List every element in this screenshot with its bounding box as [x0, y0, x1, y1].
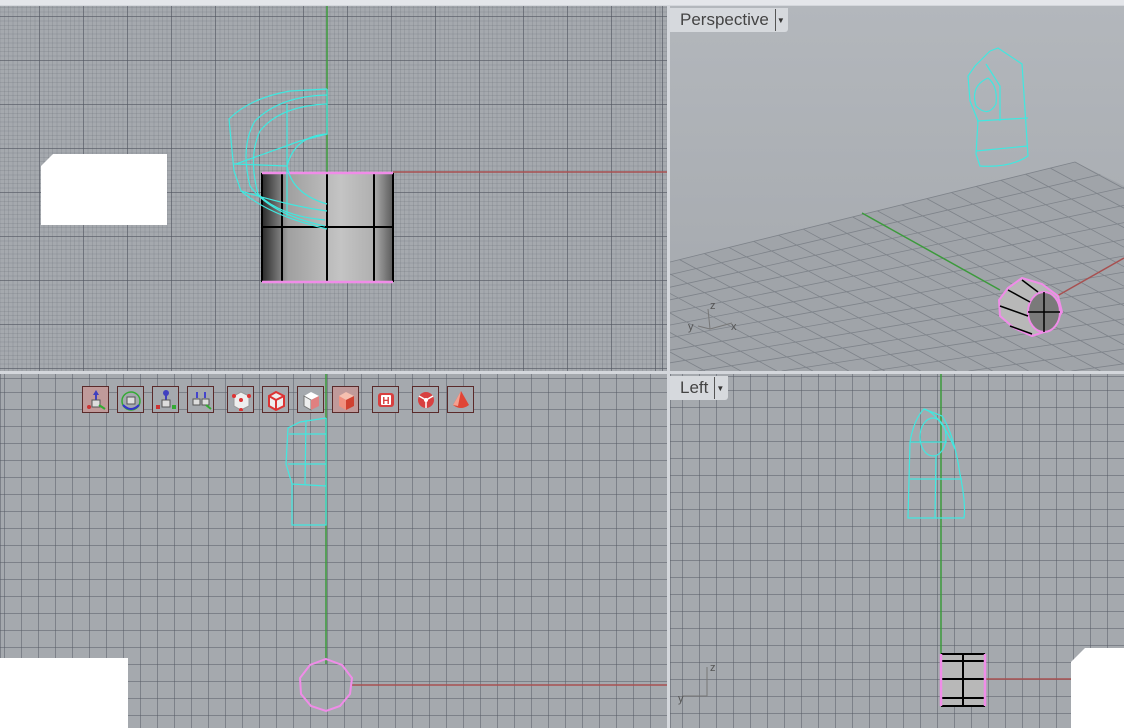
viewport-title-label: Left: [680, 378, 709, 397]
cube-points-icon[interactable]: [227, 386, 254, 413]
cyan-curves[interactable]: [285, 417, 327, 526]
viewport-title-perspective[interactable]: Perspective ▼: [670, 8, 788, 32]
left-view-scene: z y: [678, 374, 1071, 707]
gumball-rotate-icon[interactable]: [117, 386, 144, 413]
axis-label-z: z: [710, 300, 716, 312]
white-occlusion-box: [0, 658, 128, 728]
cone-icon[interactable]: [447, 386, 474, 413]
viewport-top[interactable]: [0, 6, 667, 371]
viewport-left[interactable]: z y Left ▼: [670, 374, 1124, 728]
cylinder-selected[interactable]: [298, 657, 354, 713]
cube-edges-icon[interactable]: [262, 386, 289, 413]
cyan-curves[interactable]: [907, 408, 966, 519]
perspective-scene: z y x: [670, 47, 1124, 371]
cylinder-selected[interactable]: [261, 171, 394, 284]
viewport-perspective[interactable]: z y x Perspective ▼: [670, 6, 1124, 371]
history-icon[interactable]: H: [372, 386, 399, 413]
solid-cube-icon[interactable]: [332, 386, 359, 413]
axis-triad: [682, 667, 708, 697]
viewport-title-left[interactable]: Left ▼: [670, 376, 728, 400]
dropdown-arrow-icon[interactable]: ▼: [714, 377, 725, 399]
white-occlusion-box: [41, 154, 167, 225]
dropdown-arrow-icon[interactable]: ▼: [774, 9, 786, 31]
gumball-align-icon[interactable]: [187, 386, 214, 413]
cyan-curves[interactable]: [967, 47, 1029, 167]
top-bar: [0, 0, 1124, 5]
svg-text:H: H: [382, 396, 389, 407]
gumball-scale-icon[interactable]: [152, 386, 179, 413]
viewport-front[interactable]: [0, 374, 667, 728]
cylinder-selected[interactable]: [939, 653, 987, 707]
white-occlusion-box: [1071, 648, 1124, 728]
axis-label-y: y: [688, 321, 694, 333]
axis-label-x: x: [731, 321, 737, 333]
gumball-move-icon[interactable]: [82, 386, 109, 413]
axis-label-z: z: [710, 662, 716, 674]
viewport-title-label: Perspective: [680, 10, 769, 29]
sphere-nodes-icon[interactable]: [412, 386, 439, 413]
cube-faces-icon[interactable]: [297, 386, 324, 413]
axis-label-y: y: [678, 693, 684, 705]
